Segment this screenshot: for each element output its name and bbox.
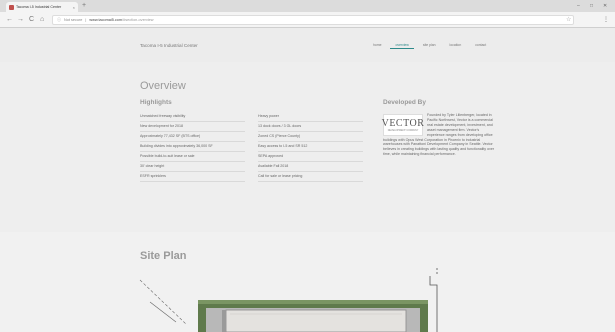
forward-button[interactable]: → [17,15,24,25]
highlight-item: ESFR sprinklers [140,172,245,182]
close-window-button[interactable]: ✕ [603,0,607,12]
highlight-item: SEPA approved [258,152,363,162]
access-road-line [139,279,187,325]
nav-site-plan[interactable]: SITE PLAN [418,42,441,49]
highlight-item: Unmatched freeway visibility [140,112,245,122]
overview-title: Overview [140,80,186,92]
highlight-item: Call for sale or lease pricing [258,172,363,182]
developer-title: Developed By [383,99,426,106]
highlight-item: Possible build-to-suit lease or sale [140,152,245,162]
address-bar[interactable]: ⓘ Not secure | www.tacomai5.com/#section… [52,15,574,25]
favicon-icon [9,4,14,10]
browser-tab[interactable]: Tacoma I-5 Industrial Center × [6,2,78,12]
highlight-item: Zoned CS (Pierce County) [258,132,363,142]
back-button[interactable]: ← [6,15,13,25]
highlight-item: Building divides into approximately 36,0… [140,142,245,152]
highlight-item: 30' clear height [140,162,245,172]
security-label: Not secure [64,18,83,22]
loading-dock [222,310,226,332]
site-nav: HOME OVERVIEW SITE PLAN LOCATION CONTACT [368,42,491,49]
star-icon[interactable]: ☆ [566,15,571,25]
minimize-button[interactable]: – [577,0,580,12]
menu-icon[interactable]: ⋮ [603,15,609,25]
info-icon[interactable]: ⓘ [57,17,61,23]
developer-description: Founded by Tyler Lilienberger, located i… [383,113,495,157]
access-road-line [149,301,177,323]
reload-button[interactable]: C [29,15,34,25]
tab-title: Tacoma I-5 Industrial Center [16,5,62,9]
highlight-item: 13 dock doors / 3 GL doors [258,122,363,132]
browser-toolbar: ← → C ⌂ ⓘ Not secure | www.tacomai5.com/… [0,12,615,28]
nav-home[interactable]: HOME [368,42,386,49]
tab-close-icon[interactable]: × [73,5,75,10]
highlight-item: Available Fall 2018 [258,162,363,172]
maximize-button[interactable]: □ [590,0,593,12]
url-host: www.tacomai5.com [89,18,123,22]
highlights-left-list: Unmatched freeway visibility New develop… [140,112,245,182]
highlight-item: Heavy power [258,112,363,122]
url-text: www.tacomai5.com/#section-overview [89,18,153,22]
browser-tab-bar: Tacoma I-5 Industrial Center × + – □ ✕ [0,0,615,12]
highlight-item: New development for 2018 [140,122,245,132]
url-path: /#section-overview [122,18,154,22]
site-title[interactable]: Tacoma I-5 Industrial Center [140,43,198,48]
highlights-right-list: Heavy power 13 dock doors / 3 GL doors Z… [258,112,363,182]
site-plan-map [139,268,438,332]
nav-location[interactable]: LOCATION [445,42,467,49]
highlight-item: Approximately 77,432 SF (BTS office) [140,132,245,142]
home-button[interactable]: ⌂ [40,15,44,25]
nav-contact[interactable]: CONTACT [470,42,491,49]
highlights-title: Highlights [140,99,172,106]
overview-section: Overview Highlights Unmatched freeway vi… [0,62,615,232]
landscape-edge [198,300,428,304]
highlight-item: Easy access to I-5 and SR 512 [258,142,363,152]
building-footprint [225,309,407,332]
property-line [429,276,438,332]
site-header: Tacoma I-5 Industrial Center HOME OVERVI… [0,28,615,62]
new-tab-button[interactable]: + [82,1,86,11]
nav-overview[interactable]: OVERVIEW [390,42,414,49]
